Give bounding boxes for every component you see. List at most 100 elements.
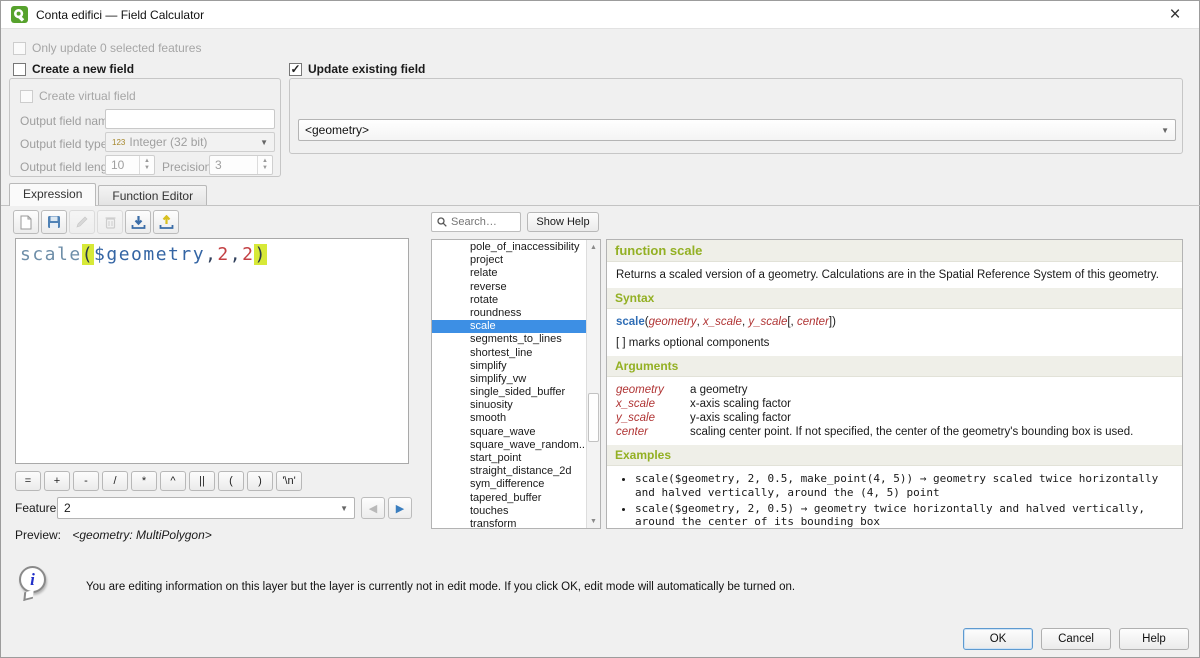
expression-editor[interactable]: scale($geometry,2,2) [15, 238, 409, 464]
feature-value: 2 [64, 501, 71, 515]
previous-feature-button[interactable]: ◀ [361, 497, 385, 519]
argument-description: scaling center point. If not specified, … [690, 426, 1173, 438]
expression-token: scale [20, 244, 82, 265]
help-title: function scale [607, 240, 1182, 262]
scrollbar-thumb[interactable] [588, 393, 599, 442]
checkbox-box [20, 90, 33, 103]
precision-stepper[interactable]: 3 ▲▼ [209, 155, 273, 175]
function-list-item-project[interactable]: project [432, 254, 586, 267]
optional-note: [ ] marks optional components [607, 335, 1182, 356]
output-field-name-input[interactable] [105, 109, 275, 129]
update-existing-field-checkbox[interactable]: ✓ Update existing field [289, 62, 425, 76]
new-expression-icon [19, 215, 33, 230]
function-list-item-sym_difference[interactable]: sym_difference [432, 478, 586, 491]
next-feature-button[interactable]: ▶ [388, 497, 412, 519]
argument-name: y_scale [616, 412, 678, 424]
show-help-button[interactable]: Show Help [527, 212, 599, 232]
output-field-type-select[interactable]: 123 Integer (32 bit) ▼ [105, 132, 275, 152]
tab-expression[interactable]: Expression [9, 183, 96, 206]
function-list-item-sinuosity[interactable]: sinuosity [432, 399, 586, 412]
feature-select[interactable]: 2 ▼ [57, 497, 355, 519]
scroll-up-icon[interactable]: ▲ [587, 240, 600, 254]
tab-function-editor[interactable]: Function Editor [98, 185, 207, 205]
operator-button[interactable]: ( [218, 471, 244, 491]
expression-toolbar [13, 210, 179, 234]
operator-button[interactable]: * [131, 471, 157, 491]
save-expression-button[interactable] [41, 210, 67, 234]
function-help-panel: function scale Returns a scaled version … [606, 239, 1183, 529]
syntax-token: scale [616, 316, 645, 328]
only-update-selected-checkbox[interactable]: Only update 0 selected features [13, 41, 201, 55]
expression-token: ) [254, 244, 266, 265]
expression-token: 2 [217, 244, 229, 265]
checkbox-label: Only update 0 selected features [32, 41, 201, 55]
function-list-item-segments_to_lines[interactable]: segments_to_lines [432, 333, 586, 346]
update-existing-field-group: <geometry> ▼ [289, 78, 1183, 154]
syntax-line: scale(geometry, x_scale, y_scale[, cente… [607, 309, 1182, 335]
function-list-item-touches[interactable]: touches [432, 505, 586, 518]
close-icon[interactable]: × [1161, 2, 1189, 28]
operator-button[interactable]: + [44, 471, 70, 491]
function-list-item-pole_of_inaccessibility[interactable]: pole_of_inaccessibility [432, 241, 586, 254]
scroll-down-icon[interactable]: ▼ [587, 514, 600, 528]
output-field-length-stepper[interactable]: 10 ▲▼ [105, 155, 155, 175]
syntax-token: x_scale [703, 316, 742, 328]
operator-button[interactable]: ) [247, 471, 273, 491]
function-list-item-relate[interactable]: relate [432, 267, 586, 280]
tab-bar: ExpressionFunction Editor [9, 183, 207, 205]
function-list-item-transform[interactable]: transform [432, 518, 586, 529]
function-list-item-rotate[interactable]: rotate [432, 294, 586, 307]
function-list-item-tapered_buffer[interactable]: tapered_buffer [432, 492, 586, 505]
create-new-field-checkbox[interactable]: Create a new field [13, 62, 134, 76]
example-item: scale($geometry, 2, 0.5, make_point(4, 5… [635, 472, 1173, 500]
function-list-item-square_wave_random[interactable]: square_wave_random... [432, 439, 586, 452]
new-expression-button[interactable] [13, 210, 39, 234]
spinner-arrows-icon[interactable]: ▲▼ [139, 156, 154, 174]
help-description: Returns a scaled version of a geometry. … [607, 262, 1182, 288]
operator-button[interactable]: || [189, 471, 215, 491]
edit-expression-button[interactable] [69, 210, 95, 234]
ok-button[interactable]: OK [963, 628, 1033, 650]
function-list-item-single_sided_buffer[interactable]: single_sided_buffer [432, 386, 586, 399]
function-list-item-smooth[interactable]: smooth [432, 412, 586, 425]
function-list-item-square_wave[interactable]: square_wave [432, 426, 586, 439]
function-list-item-reverse[interactable]: reverse [432, 281, 586, 294]
function-list-item-simplify[interactable]: simplify [432, 360, 586, 373]
function-list-item-straight_distance_2d[interactable]: straight_distance_2d [432, 465, 586, 478]
window-title: Conta edifici — Field Calculator [36, 8, 204, 22]
integer-type-icon: 123 [112, 138, 125, 147]
function-list-item-roundness[interactable]: roundness [432, 307, 586, 320]
import-expression-button[interactable] [125, 210, 151, 234]
search-input[interactable] [451, 216, 511, 228]
syntax-token: ) [832, 316, 836, 328]
existing-field-value: <geometry> [305, 123, 369, 137]
info-icon: i [19, 566, 53, 602]
example-item: scale($geometry, 2, 0.5) → geometry twic… [635, 502, 1173, 530]
output-field-length-value: 10 [106, 156, 139, 174]
function-list-item-simplify_vw[interactable]: simplify_vw [432, 373, 586, 386]
operator-button[interactable]: '\n' [276, 471, 302, 491]
delete-expression-button[interactable] [97, 210, 123, 234]
function-list-item-shortest_line[interactable]: shortest_line [432, 347, 586, 360]
existing-field-select[interactable]: <geometry> ▼ [298, 119, 1176, 141]
function-list-scrollbar[interactable]: ▲ ▼ [586, 240, 600, 528]
argument-name: x_scale [616, 398, 678, 410]
arrow-right-icon: ▶ [396, 502, 404, 515]
function-list-item-start_point[interactable]: start_point [432, 452, 586, 465]
arguments-table: geometrya geometryx_scalex-axis scaling … [607, 377, 1182, 445]
operator-button[interactable]: = [15, 471, 41, 491]
operator-button[interactable]: - [73, 471, 99, 491]
operator-button[interactable]: ^ [160, 471, 186, 491]
operator-buttons: =+-/*^||()'\n' [15, 471, 302, 491]
spinner-arrows-icon[interactable]: ▲▼ [257, 156, 272, 174]
help-button[interactable]: Help [1119, 628, 1189, 650]
function-list-item-scale[interactable]: scale [432, 320, 586, 333]
precision-label: Precision [162, 160, 211, 174]
cancel-button[interactable]: Cancel [1041, 628, 1111, 650]
create-virtual-field-checkbox[interactable]: Create virtual field [20, 89, 136, 103]
function-search[interactable] [431, 212, 521, 232]
export-expression-button[interactable] [153, 210, 179, 234]
operator-button[interactable]: / [102, 471, 128, 491]
argument-description: x-axis scaling factor [690, 398, 1173, 410]
edit-expression-icon [75, 215, 89, 229]
